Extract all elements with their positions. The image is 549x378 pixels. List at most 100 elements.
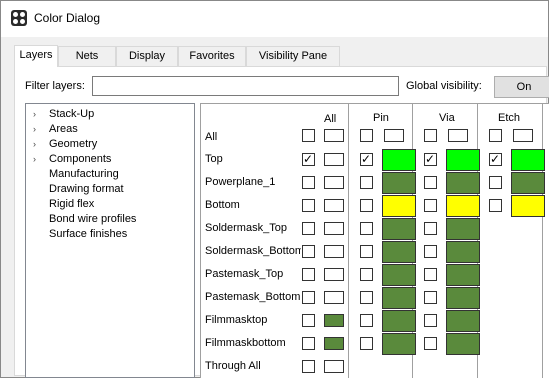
via-all-checkbox[interactable] — [424, 129, 437, 142]
tab-favorites[interactable]: Favorites — [178, 46, 246, 66]
title-bar: Color Dialog — [1, 1, 548, 37]
row-bottom-color-swatch[interactable] — [324, 199, 344, 212]
row-soldermask-bottom-visibility-checkbox[interactable] — [302, 245, 315, 258]
row-bottom-visibility-checkbox[interactable] — [302, 199, 315, 212]
row-soldermask-bottom-pin-checkbox[interactable] — [360, 245, 373, 258]
row-pastemask-top-via-checkbox[interactable] — [424, 268, 437, 281]
row-filmmaskbottom-pin-checkbox[interactable] — [360, 337, 373, 350]
row-powerplane-1-pin-checkbox[interactable] — [360, 176, 373, 189]
row-pastemask-bottom-visibility-checkbox[interactable] — [302, 291, 315, 304]
row-bottom-via-color-swatch[interactable] — [446, 195, 480, 217]
row-bottom-pin-checkbox[interactable] — [360, 199, 373, 212]
row-pastemask-top-via-color-swatch[interactable] — [446, 264, 480, 286]
row-filmmasktop-pin-color-swatch[interactable] — [382, 310, 416, 332]
tab-visibility-pane[interactable]: Visibility Pane — [246, 46, 340, 66]
all-visibility-checkbox[interactable] — [302, 129, 315, 142]
row-bottom-pin-color-swatch[interactable] — [382, 195, 416, 217]
row-soldermask-bottom-via-color-swatch[interactable] — [446, 241, 480, 263]
row-label-filmmaskbottom: Filmmaskbottom — [205, 337, 286, 349]
row-top-etch-color-swatch[interactable] — [511, 149, 545, 171]
row-pastemask-top-visibility-checkbox[interactable] — [302, 268, 315, 281]
grid-divider — [542, 104, 543, 378]
app-icon — [11, 10, 27, 26]
row-bottom-via-checkbox[interactable] — [424, 199, 437, 212]
row-soldermask-top-pin-color-swatch[interactable] — [382, 218, 416, 240]
tab-layers[interactable]: Layers — [14, 45, 58, 67]
row-through-all-visibility-checkbox[interactable] — [302, 360, 315, 373]
row-soldermask-top-color-swatch[interactable] — [324, 222, 344, 235]
chevron-right-icon[interactable]: › — [33, 107, 43, 122]
row-pastemask-bottom-color-swatch[interactable] — [324, 291, 344, 304]
row-filmmaskbottom-via-checkbox[interactable] — [424, 337, 437, 350]
row-top-pin-checkbox[interactable] — [360, 151, 373, 167]
row-filmmaskbottom-via-color-swatch[interactable] — [446, 333, 480, 355]
row-label-bottom: Bottom — [205, 199, 240, 211]
row-filmmasktop-via-checkbox[interactable] — [424, 314, 437, 327]
row-pastemask-bottom-via-color-swatch[interactable] — [446, 287, 480, 309]
chevron-right-icon[interactable]: › — [33, 152, 43, 167]
row-filmmaskbottom-visibility-checkbox[interactable] — [302, 337, 315, 350]
pin-all-color-swatch[interactable] — [384, 129, 404, 142]
row-label-soldermask-top: Soldermask_Top — [205, 222, 287, 234]
row-through-all-color-swatch[interactable] — [324, 360, 344, 373]
row-powerplane-1-via-color-swatch[interactable] — [446, 172, 480, 194]
row-powerplane-1-visibility-checkbox[interactable] — [302, 176, 315, 189]
grid-divider — [348, 104, 349, 378]
row-label-pastemask-bottom: Pastemask_Bottom — [205, 291, 301, 303]
row-soldermask-top-via-color-swatch[interactable] — [446, 218, 480, 240]
row-pastemask-bottom-pin-color-swatch[interactable] — [382, 287, 416, 309]
filter-layers-label: Filter layers: — [25, 80, 85, 92]
row-powerplane-1-etch-checkbox[interactable] — [489, 176, 502, 189]
filter-layers-input[interactable] — [92, 76, 399, 96]
tab-display[interactable]: Display — [116, 46, 178, 66]
layer-visibility-grid: All Pin Via Etch All Top Powerplane_1 Bo… — [200, 103, 549, 378]
global-visibility-on-button[interactable]: On — [494, 76, 549, 98]
row-top-visibility-checkbox[interactable] — [302, 151, 315, 167]
row-filmmaskbottom-color-swatch[interactable] — [324, 337, 344, 350]
row-soldermask-bottom-via-checkbox[interactable] — [424, 245, 437, 258]
row-pastemask-bottom-pin-checkbox[interactable] — [360, 291, 373, 304]
chevron-right-icon[interactable]: › — [33, 122, 43, 137]
row-pastemask-top-color-swatch[interactable] — [324, 268, 344, 281]
row-filmmaskbottom-pin-color-swatch[interactable] — [382, 333, 416, 355]
row-pastemask-bottom-via-checkbox[interactable] — [424, 291, 437, 304]
row-label-through-all: Through All — [205, 360, 261, 372]
row-top-pin-color-swatch[interactable] — [382, 149, 416, 171]
global-visibility-label: Global visibility: — [406, 80, 482, 92]
column-header-pin: Pin — [373, 112, 389, 124]
row-powerplane-1-pin-color-swatch[interactable] — [382, 172, 416, 194]
row-filmmasktop-via-color-swatch[interactable] — [446, 310, 480, 332]
row-top-etch-checkbox[interactable] — [489, 151, 502, 167]
tab-nets[interactable]: Nets — [58, 46, 116, 66]
row-powerplane-1-etch-color-swatch[interactable] — [511, 172, 545, 194]
row-label-pastemask-top: Pastemask_Top — [205, 268, 284, 280]
row-pastemask-top-pin-color-swatch[interactable] — [382, 264, 416, 286]
row-top-via-color-swatch[interactable] — [446, 149, 480, 171]
row-top-via-checkbox[interactable] — [424, 151, 437, 167]
etch-all-color-swatch[interactable] — [513, 129, 533, 142]
row-top-color-swatch[interactable] — [324, 153, 344, 166]
row-powerplane-1-via-checkbox[interactable] — [424, 176, 437, 189]
row-powerplane-1-color-swatch[interactable] — [324, 176, 344, 189]
pin-all-checkbox[interactable] — [360, 129, 373, 142]
column-header-all: All — [324, 113, 337, 125]
row-pastemask-top-pin-checkbox[interactable] — [360, 268, 373, 281]
row-bottom-etch-color-swatch[interactable] — [511, 195, 545, 217]
row-soldermask-top-visibility-checkbox[interactable] — [302, 222, 315, 235]
row-soldermask-bottom-color-swatch[interactable] — [324, 245, 344, 258]
via-all-color-swatch[interactable] — [448, 129, 468, 142]
layer-tree[interactable]: › Stack-Up › Areas › Geometry › Components M… — [25, 103, 195, 378]
row-bottom-etch-checkbox[interactable] — [489, 199, 502, 212]
row-label-all: All — [205, 131, 218, 143]
row-soldermask-top-via-checkbox[interactable] — [424, 222, 437, 235]
chevron-right-icon[interactable]: › — [33, 137, 43, 152]
row-filmmasktop-visibility-checkbox[interactable] — [302, 314, 315, 327]
row-soldermask-top-pin-checkbox[interactable] — [360, 222, 373, 235]
row-soldermask-bottom-pin-color-swatch[interactable] — [382, 241, 416, 263]
row-filmmasktop-pin-checkbox[interactable] — [360, 314, 373, 327]
row-label-top: Top — [205, 153, 223, 165]
column-header-via: Via — [439, 112, 455, 124]
etch-all-checkbox[interactable] — [489, 129, 502, 142]
row-filmmasktop-color-swatch[interactable] — [324, 314, 344, 327]
all-color-swatch[interactable] — [324, 129, 344, 142]
